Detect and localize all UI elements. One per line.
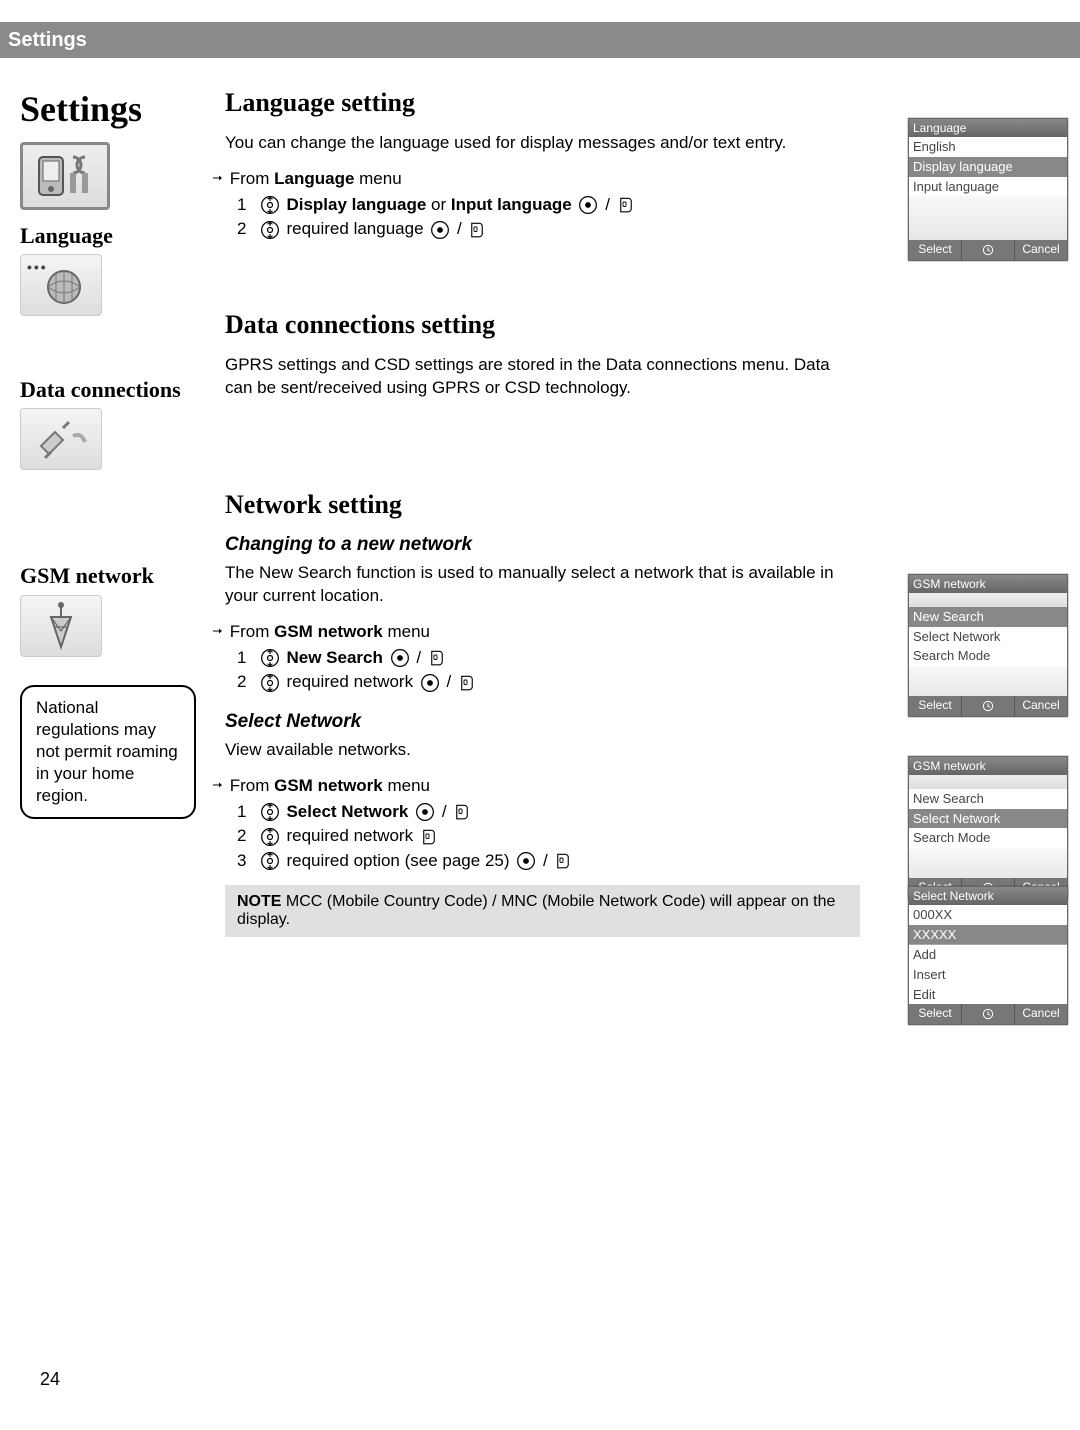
softkey-icon <box>420 827 438 847</box>
network-step2-2: 2 required network <box>237 826 860 847</box>
network-setting-section: Network setting Changing to a new networ… <box>225 490 1060 937</box>
dot-icon <box>430 220 450 240</box>
language-icon: ••• <box>20 254 102 316</box>
network-desc1: The New Search function is used to manua… <box>225 562 860 608</box>
language-heading: Language setting <box>225 88 860 118</box>
network-heading: Network setting <box>225 490 860 520</box>
nav-icon <box>260 827 280 847</box>
network-step1-1: 1 New Search / <box>237 648 860 669</box>
page-number: 24 <box>40 1369 60 1390</box>
language-phone-screenshot: Language English Display language Input … <box>908 118 1068 261</box>
network-step2-3: 3 required option (see page 25) / <box>237 851 860 872</box>
sidebar-settings-title: Settings <box>20 88 225 130</box>
arrow-right-icon <box>211 779 225 791</box>
data-connections-section: Data connections setting GPRS settings a… <box>225 310 1060 400</box>
language-step-2: 2 required language / <box>237 219 860 240</box>
sidebar-data-connections-title: Data connections <box>20 378 225 402</box>
network-sub2: Select Network <box>225 711 860 733</box>
nav-icon <box>260 220 280 240</box>
header-title: Settings <box>8 29 87 52</box>
nav-icon <box>260 195 280 215</box>
data-heading: Data connections setting <box>225 310 860 340</box>
dot-icon <box>578 195 598 215</box>
network-sub1: Changing to a new network <box>225 534 860 556</box>
nav-icon <box>260 851 280 871</box>
roaming-note-text: National regulations may not permit roam… <box>36 698 178 805</box>
dot-icon <box>420 673 440 693</box>
clock-icon <box>961 1004 1015 1024</box>
sidebar-language-title: Language <box>20 224 225 248</box>
clock-icon <box>961 696 1015 716</box>
language-step-1: 1 Display language or Input language / <box>237 195 860 216</box>
dot-icon <box>415 802 435 822</box>
data-connections-icon <box>20 408 102 470</box>
arrow-right-icon <box>211 625 225 637</box>
gsm-phone-screenshot-3: Select Network 000XX XXXXX Add Insert Ed… <box>908 886 1068 1025</box>
sidebar-gsm-title: GSM network <box>20 564 225 588</box>
network-step1-2: 2 required network / <box>237 672 860 693</box>
nav-icon <box>260 648 280 668</box>
softkey-icon <box>453 802 471 822</box>
nav-icon <box>260 802 280 822</box>
nav-icon <box>260 673 280 693</box>
softkey-icon <box>458 673 476 693</box>
page-header: Settings <box>0 22 1080 58</box>
clock-icon <box>961 240 1015 260</box>
data-desc: GPRS settings and CSD settings are store… <box>225 354 860 400</box>
roaming-note-box: National regulations may not permit roam… <box>20 685 196 819</box>
dot-icon <box>516 851 536 871</box>
sidebar: Settings Language ••• Dat <box>20 88 225 979</box>
language-from-line: From Language menu <box>225 169 860 189</box>
note-bar: NOTE MCC (Mobile Country Code) / MNC (Mo… <box>225 885 860 937</box>
arrow-right-icon <box>211 172 225 184</box>
gsm-phone-screenshot-1: GSM network New Search Select Network Se… <box>908 574 1068 717</box>
softkey-icon <box>468 220 486 240</box>
settings-icon <box>20 142 110 210</box>
softkey-icon <box>617 195 635 215</box>
gsm-phone-screenshot-2: GSM network New Search Select Network Se… <box>908 756 1068 899</box>
softkey-icon <box>554 851 572 871</box>
dot-icon <box>390 648 410 668</box>
gsm-network-icon <box>20 595 102 657</box>
network-desc2: View available networks. <box>225 739 860 762</box>
network-step2-1: 1 Select Network / <box>237 802 860 823</box>
softkey-icon <box>428 648 446 668</box>
network-from2: From GSM network menu <box>225 776 860 796</box>
language-desc: You can change the language used for dis… <box>225 132 860 155</box>
language-setting-section: Language setting You can change the lang… <box>225 88 1060 240</box>
network-from1: From GSM network menu <box>225 622 860 642</box>
